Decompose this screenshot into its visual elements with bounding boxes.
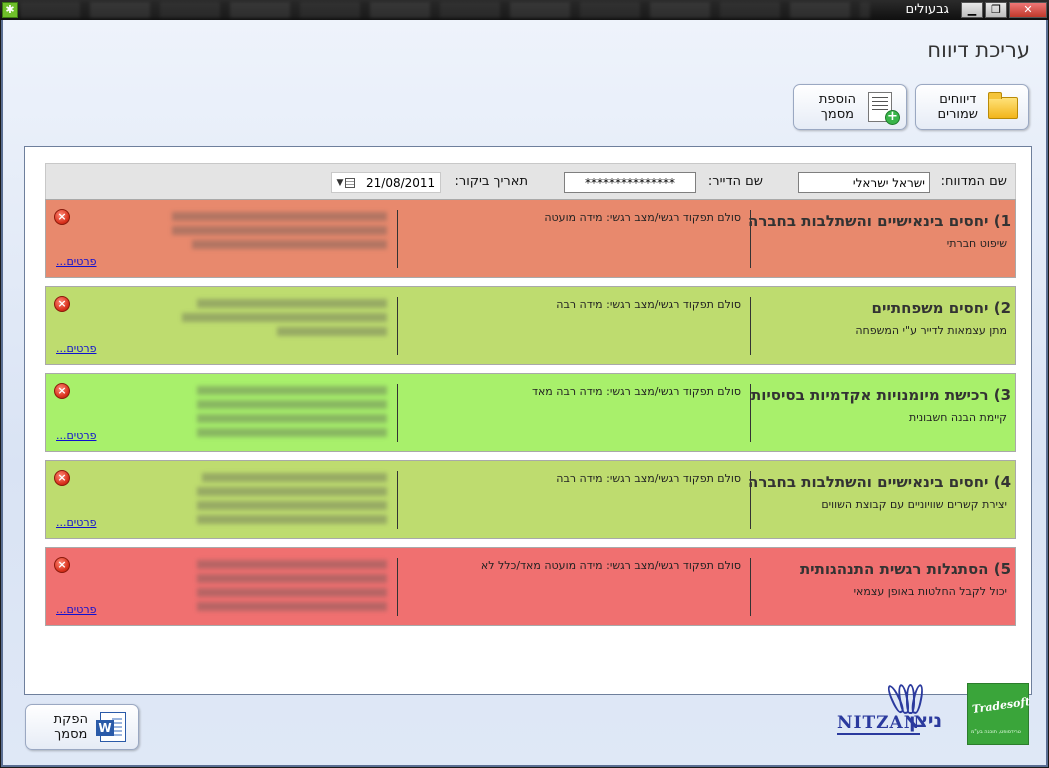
report-item-scale: סולם תפקוד רגשי/מצב רגשי: מידה מועטה: [544, 211, 741, 224]
resident-label: שם הדייר:: [707, 174, 763, 189]
report-item-card: 1) יחסים בינאישיים והשתלבות בחברה שיפוט ח…: [45, 199, 1016, 278]
folder-icon: [986, 91, 1020, 123]
report-item-scale: סולם תפקוד רגשי/מצב רגשי: מידה רבה: [556, 472, 741, 485]
report-item-notes-redacted: [172, 386, 387, 437]
remove-icon[interactable]: ×: [54, 470, 70, 486]
report-item-title: 2) יחסים משפחתיים: [871, 299, 1011, 317]
chevron-down-icon: ▼: [336, 177, 344, 188]
card-divider: [750, 384, 751, 442]
remove-icon[interactable]: ×: [54, 383, 70, 399]
report-item-title: 4) יחסים בינאישיים והשתלבות בחברה: [748, 473, 1011, 491]
card-divider: [750, 558, 751, 616]
report-item-subtitle: יכול לקבל החלטות באופן עצמאי: [853, 585, 1007, 598]
report-item-notes-redacted: [172, 473, 387, 524]
details-link[interactable]: פרטים...: [56, 255, 96, 268]
report-header-form: שם המדווח: שם הדייר: תאריך ביקור: ▼ 21/0…: [45, 163, 1016, 201]
report-panel: שם המדווח: שם הדייר: תאריך ביקור: ▼ 21/0…: [24, 146, 1032, 695]
report-item-scale: סולם תפקוד רגשי/מצב רגשי: מידה מועטה מאד…: [480, 559, 741, 572]
report-item-subtitle: שיפוט חברתי: [946, 237, 1007, 250]
window-titlebar[interactable]: ✱ גבעולים ▁ ❐ ✕: [0, 0, 1049, 20]
card-divider: [397, 558, 398, 616]
report-item-card: 4) יחסים בינאישיים והשתלבות בחברה יצירת ק…: [45, 460, 1016, 539]
details-link[interactable]: פרטים...: [56, 429, 96, 442]
minimize-button[interactable]: ▁: [961, 2, 983, 18]
card-divider: [397, 384, 398, 442]
report-item-card: 5) הסתגלות רגשית התנהגותית יכול לקבל החלט…: [45, 547, 1016, 626]
visit-date-label: תאריך ביקור:: [454, 174, 529, 189]
saved-reports-label: דיווחים שמורים: [937, 92, 978, 122]
report-item-title: 3) רכישת מיומנויות אקדמיות בסיסיות: [751, 386, 1011, 404]
add-document-button[interactable]: + הוספת מסמך: [793, 84, 907, 130]
tradesoft-logo: Tradesoft טרידסופט, תוכנה בע"מ: [967, 683, 1031, 745]
details-link[interactable]: פרטים...: [56, 603, 96, 616]
add-document-label: הוספת מסמך: [818, 92, 856, 122]
card-divider: [397, 210, 398, 268]
saved-reports-button[interactable]: דיווחים שמורים: [915, 84, 1029, 130]
report-item-scale: סולם תפקוד רגשי/מצב רגשי: מידה רבה מאד: [531, 385, 741, 398]
window-title: גבעולים: [905, 2, 949, 17]
resident-input[interactable]: [564, 172, 696, 193]
nitzan-flower-icon: [885, 680, 927, 715]
card-divider: [397, 297, 398, 355]
visit-date-picker[interactable]: ▼ 21/08/2011: [331, 172, 441, 193]
report-item-notes-redacted: [172, 299, 387, 343]
report-item-subtitle: יצירת קשרים שוויוניים עם קבוצת השווים: [821, 498, 1007, 511]
tradesoft-logo-name: Tradesoft: [971, 695, 1031, 716]
report-item-notes-redacted: [172, 212, 387, 256]
word-document-icon: [96, 711, 130, 743]
report-item-subtitle: מתן עצמאות לדייר ע"י המשפחה: [855, 324, 1007, 337]
tradesoft-logo-tagline: טרידסופט, תוכנה בע"מ: [971, 729, 1021, 735]
card-divider: [750, 471, 751, 529]
nitzan-logo: ניצן NITZAN: [831, 680, 949, 742]
details-link[interactable]: פרטים...: [56, 342, 96, 355]
restore-button[interactable]: ❐: [985, 2, 1007, 18]
document-add-icon: +: [864, 91, 900, 125]
report-item-subtitle: קיימת הבנה חשבונית: [909, 411, 1007, 424]
reporter-input[interactable]: [798, 172, 930, 193]
taskbar-tabs-blurred: [20, 2, 870, 18]
close-button[interactable]: ✕: [1009, 2, 1047, 18]
window-controls: ▁ ❐ ✕: [961, 2, 1047, 18]
generate-document-button[interactable]: הפקת מסמך: [25, 704, 139, 750]
app-icon[interactable]: ✱: [2, 2, 18, 18]
details-link[interactable]: פרטים...: [56, 516, 96, 529]
report-item-notes-redacted: [172, 560, 387, 611]
remove-icon[interactable]: ×: [54, 557, 70, 573]
nitzan-logo-latin: NITZAN: [837, 713, 921, 735]
calendar-icon: [345, 177, 356, 188]
report-item-card: 3) רכישת מיומנויות אקדמיות בסיסיות קיימת …: [45, 373, 1016, 452]
reporter-label: שם המדווח:: [940, 174, 1007, 189]
page-title: עריכת דיווח: [927, 38, 1030, 62]
report-item-scale: סולם תפקוד רגשי/מצב רגשי: מידה רבה: [556, 298, 741, 311]
report-item-title: 1) יחסים בינאישיים והשתלבות בחברה: [748, 212, 1011, 230]
remove-icon[interactable]: ×: [54, 209, 70, 225]
card-divider: [750, 210, 751, 268]
remove-icon[interactable]: ×: [54, 296, 70, 312]
visit-date-value: 21/08/2011: [366, 175, 436, 190]
card-divider: [397, 471, 398, 529]
report-item-title: 5) הסתגלות רגשית התנהגותית: [799, 560, 1011, 578]
card-divider: [750, 297, 751, 355]
generate-document-label: הפקת מסמך: [53, 712, 88, 742]
calendar-dropdown[interactable]: ▼: [332, 173, 360, 192]
app-client-area: עריכת דיווח דיווחים שמורים + הוספת מסמך …: [1, 20, 1048, 767]
report-item-card: 2) יחסים משפחתיים מתן עצמאות לדייר ע"י המ…: [45, 286, 1016, 365]
